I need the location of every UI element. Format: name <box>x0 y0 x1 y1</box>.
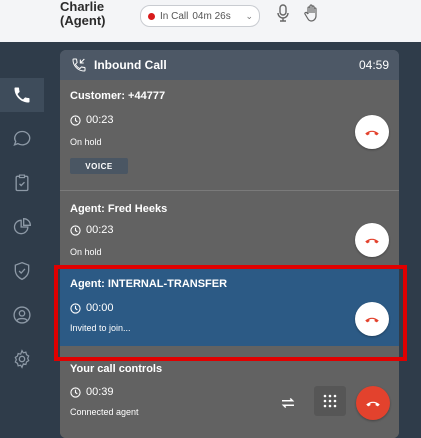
top-bar: Charlie (Agent) In Call 04m 26s ⌄ <box>0 0 421 42</box>
clipboard-icon <box>15 174 29 192</box>
call-status-dropdown[interactable]: In Call 04m 26s ⌄ <box>140 5 260 27</box>
microphone-icon[interactable] <box>276 4 290 27</box>
transfer-button[interactable] <box>272 388 304 418</box>
phone-icon <box>14 87 30 103</box>
call-card-customer: Customer: +44777 00:23 On hold VOICE <box>60 80 399 190</box>
panel-header: Inbound Call 04:59 <box>60 50 399 80</box>
call-controls-card: Your call controls 00:39 Connected agent <box>60 355 399 438</box>
status-dot <box>148 12 155 20</box>
call-label: Agent: Fred Heeks <box>70 203 168 215</box>
agent-name: Charlie (Agent) <box>60 0 106 28</box>
hangup-button[interactable] <box>355 223 389 257</box>
clock-icon <box>70 114 81 126</box>
sidebar-item-settings[interactable] <box>0 342 44 376</box>
call-label: Customer: +44777 <box>70 90 166 102</box>
panel-title: Inbound Call <box>94 58 167 72</box>
sidebar-item-reports[interactable] <box>0 210 44 244</box>
chevron-down-icon: ⌄ <box>245 10 253 21</box>
hangup-icon <box>365 130 379 136</box>
voice-badge: VOICE <box>70 158 128 174</box>
sidebar <box>0 42 44 438</box>
call-card-agent: Agent: Fred Heeks 00:23 On hold <box>60 190 399 266</box>
call-time-value: 00:23 <box>86 114 114 126</box>
hand-icon[interactable] <box>304 4 320 27</box>
call-time: 00:23 <box>70 224 114 236</box>
pie-chart-icon <box>13 217 32 235</box>
call-time: 00:39 <box>70 386 114 398</box>
clock-icon <box>70 224 81 236</box>
clock-icon <box>70 386 81 398</box>
controls-label: Your call controls <box>70 363 163 375</box>
chat-icon <box>13 130 31 146</box>
shield-icon <box>14 261 30 281</box>
call-state: On hold <box>70 247 102 257</box>
hangup-button[interactable] <box>355 115 389 149</box>
user-icon <box>13 306 31 324</box>
sidebar-item-security[interactable] <box>0 254 44 288</box>
call-time-value: 00:39 <box>86 386 114 398</box>
inbound-call-icon <box>72 58 86 72</box>
call-time-value: 00:23 <box>86 224 114 236</box>
call-panel: Inbound Call 04:59 Customer: +44777 00:2… <box>60 50 399 438</box>
call-time: 00:23 <box>70 114 114 126</box>
highlight-outline <box>54 265 407 361</box>
call-state: On hold <box>70 137 102 147</box>
status-time: 04m 26s <box>192 10 231 22</box>
dialpad-button[interactable] <box>314 386 346 416</box>
status-label: In Call <box>160 10 189 22</box>
gear-icon <box>14 349 30 369</box>
sidebar-item-tasks[interactable] <box>0 166 44 200</box>
hangup-icon <box>365 238 379 244</box>
end-call-button[interactable] <box>356 386 390 420</box>
hangup-icon <box>366 401 380 407</box>
panel-timer: 04:59 <box>358 58 389 72</box>
transfer-icon <box>281 397 295 409</box>
sidebar-item-profile[interactable] <box>0 298 44 332</box>
call-state: Connected agent <box>70 407 139 417</box>
dialpad-icon <box>323 394 337 408</box>
sidebar-item-chat[interactable] <box>0 122 44 156</box>
sidebar-item-calls[interactable] <box>0 78 44 112</box>
